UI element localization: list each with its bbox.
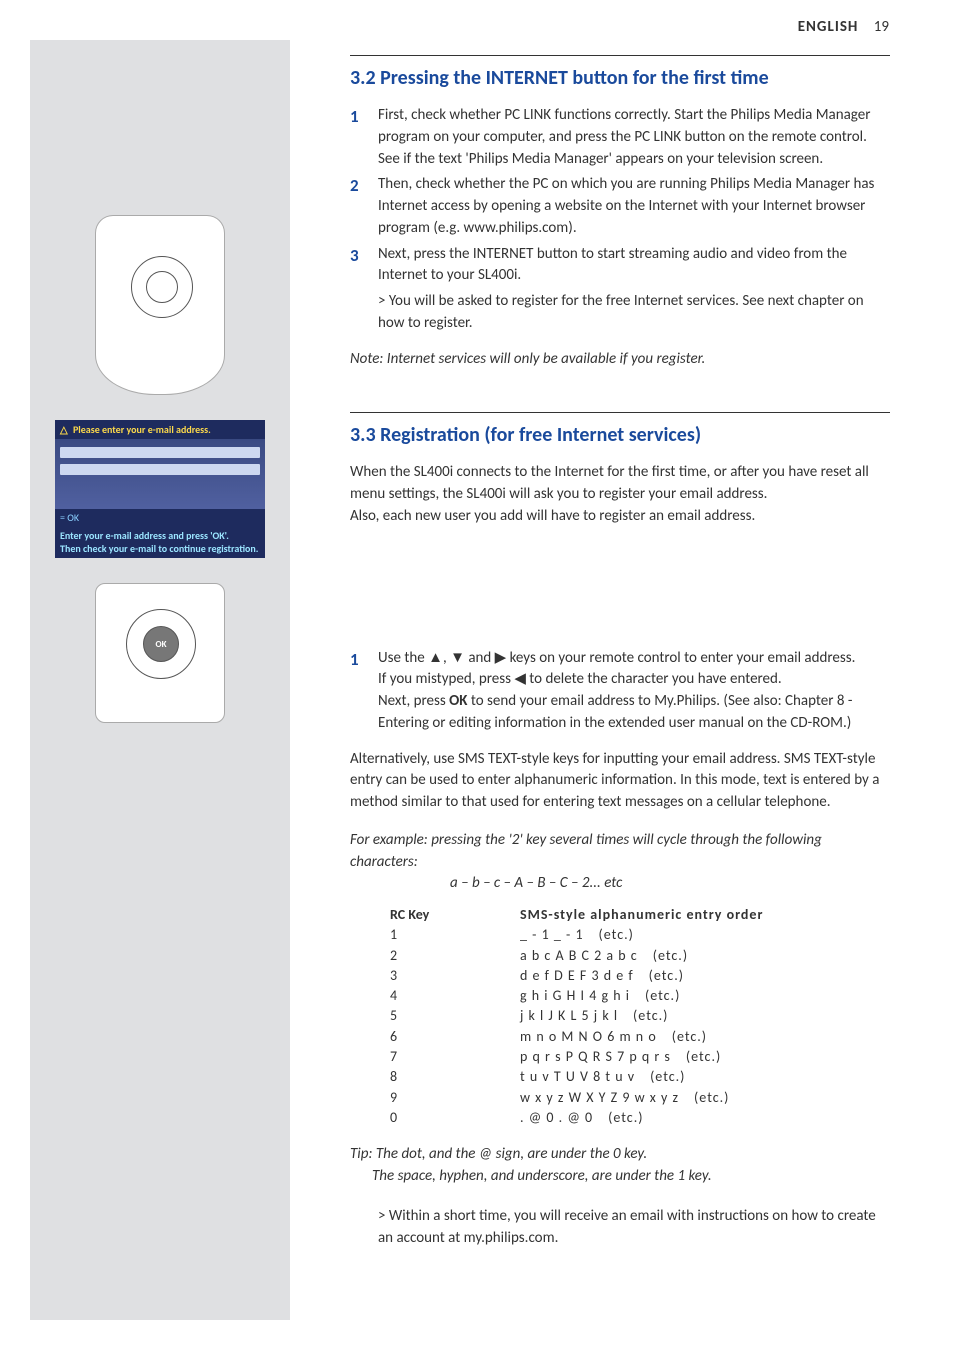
table-row: 3d e f D E F 3 d e f (etc.) bbox=[390, 966, 890, 986]
intro-3-3-b: Also, each new user you add will have to… bbox=[350, 506, 890, 528]
step-number: 2 bbox=[350, 174, 378, 239]
email-screenshot-title: △ Please enter your e-mail address. bbox=[55, 420, 265, 439]
section-3-3-heading: 3.3 Registration (for free Internet serv… bbox=[350, 412, 890, 450]
step-3-2-2: 2 Then, check whether the PC on which yo… bbox=[350, 174, 890, 239]
warning-icon: △ bbox=[60, 423, 68, 436]
email-screenshot-body bbox=[55, 439, 265, 509]
tip-line-2: The space, hyphen, and underscore, are u… bbox=[372, 1166, 890, 1188]
table-row: 9w x y z W X Y Z 9 w x y z (etc.) bbox=[390, 1088, 890, 1108]
sms-table: RC Key SMS-style alphanumeric entry orde… bbox=[390, 905, 890, 1128]
page-number: 19 bbox=[874, 18, 889, 36]
step-number: 1 bbox=[350, 105, 378, 170]
intro-3-3-a: When the SL400i connects to the Internet… bbox=[350, 462, 890, 506]
remote-nav-illustration: OK bbox=[40, 583, 280, 723]
step-3-2-3-sub: > You will be asked to register for the … bbox=[378, 291, 890, 335]
page-header: ENGLISH 19 bbox=[798, 18, 889, 36]
step-3-2-1: 1 First, check whether PC LINK functions… bbox=[350, 105, 890, 170]
email-screenshot-hint: Enter your e-mail address and press 'OK'… bbox=[55, 526, 265, 558]
tip-line-1: Tip: The dot, and the @ sign, are under … bbox=[350, 1144, 890, 1166]
remote-top-illustration bbox=[40, 55, 280, 395]
table-row: 2a b c A B C 2 a b c (etc.) bbox=[390, 946, 890, 966]
table-row: 4g h i G H I 4 g h i (etc.) bbox=[390, 986, 890, 1006]
email-screenshot-ok: = OK bbox=[55, 509, 265, 526]
alt-text: Alternatively, use SMS TEXT-style keys f… bbox=[350, 749, 890, 814]
example-cycle: a – b – c – A – B – C – 2... etc bbox=[450, 873, 890, 895]
table-row: 0. @ 0 . @ 0 (etc.) bbox=[390, 1108, 890, 1128]
step-3-3-1: 1 Use the ▲, ▼ and ▶ keys on your remote… bbox=[350, 648, 890, 735]
table-header: RC Key SMS-style alphanumeric entry orde… bbox=[390, 905, 890, 925]
sidebar-panel: △ Please enter your e-mail address. = OK… bbox=[30, 40, 290, 1320]
table-row: 8t u v T U V 8 t u v (etc.) bbox=[390, 1067, 890, 1087]
example-text: For example: pressing the '2' key severa… bbox=[350, 830, 890, 874]
section-3-2-heading: 3.2 Pressing the INTERNET button for the… bbox=[350, 55, 890, 93]
main-content: 3.2 Pressing the INTERNET button for the… bbox=[350, 55, 890, 1249]
table-row: 1_ - 1 _ - 1 (etc.) bbox=[390, 925, 890, 945]
language-label: ENGLISH bbox=[798, 18, 859, 36]
table-row: 6m n o M N O 6 m n o (etc.) bbox=[390, 1027, 890, 1047]
closing-note: > Within a short time, you will receive … bbox=[378, 1206, 890, 1250]
note-3-2: Note: Internet services will only be ava… bbox=[350, 349, 890, 371]
email-input-field-1 bbox=[60, 447, 260, 458]
step-number: 3 bbox=[350, 244, 378, 288]
email-input-field-2 bbox=[60, 464, 260, 475]
table-row: 5j k l J K L 5 j k l (etc.) bbox=[390, 1006, 890, 1026]
step-3-2-3: 3 Next, press the INTERNET button to sta… bbox=[350, 244, 890, 288]
email-entry-screenshot: △ Please enter your e-mail address. = OK… bbox=[55, 420, 265, 558]
ok-button-icon: OK bbox=[143, 626, 179, 662]
step-number: 1 bbox=[350, 648, 378, 735]
table-row: 7p q r s P Q R S 7 p q r s (etc.) bbox=[390, 1047, 890, 1067]
